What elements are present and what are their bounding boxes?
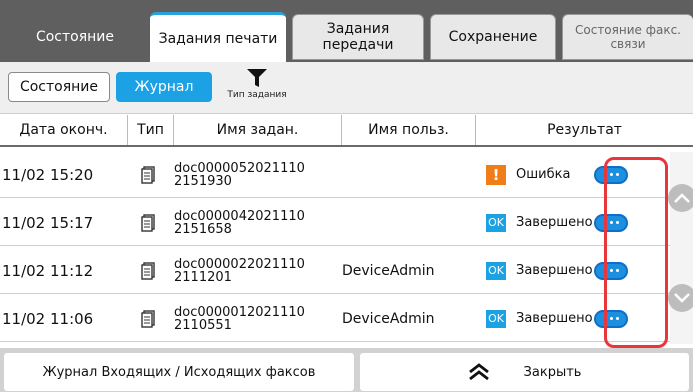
tab-transfer-jobs-line1: Задания (326, 21, 390, 37)
log-view-label: Журнал (134, 79, 194, 95)
row-job-name: doc0000012021110 2110551 (174, 296, 342, 341)
scroll-up-button[interactable] (668, 184, 693, 212)
close-button[interactable]: Закрыть (360, 353, 689, 391)
warning-icon: ! (486, 164, 506, 185)
row-result: Завершено (516, 215, 593, 230)
tab-transfer-jobs[interactable]: Задания передачи (292, 14, 424, 60)
status-view-button[interactable]: Состояние (8, 72, 110, 102)
row-date: 11/02 15:20 (2, 165, 94, 184)
filter-icon (247, 69, 267, 87)
close-label: Закрыть (523, 364, 582, 380)
row-user: DeviceAdmin (342, 262, 435, 279)
row-status: ! (476, 152, 516, 197)
document-icon (122, 248, 174, 293)
tab-print-jobs-label: Задания печати (158, 30, 278, 47)
tab-transfer-jobs-line2: передачи (322, 37, 394, 53)
document-icon (122, 296, 174, 341)
chevron-down-icon (674, 293, 690, 303)
row-job-name-line2: 2151930 (174, 173, 232, 189)
row-job-name-line2: 2151658 (174, 221, 232, 237)
row-job-name-line1: doc0000042021110 (174, 208, 305, 224)
scroll-down-button[interactable] (668, 284, 693, 312)
fax-log-label: Журнал Входящих / Исходящих факсов (42, 364, 316, 380)
table-row[interactable]: 11/02 11:12 doc0000022021110 2111201 Dev… (0, 248, 670, 294)
header-result[interactable]: Результат (476, 115, 693, 145)
row-job-name-line1: doc0000052021110 (174, 160, 305, 176)
highlight-annotation (604, 157, 668, 348)
chevron-up-icon (674, 193, 690, 203)
row-status: OK (476, 200, 516, 245)
row-job-name: doc0000042021110 2151658 (174, 200, 342, 245)
job-log-list: 11/02 15:20 doc0000052021110 2151930 ! О… (0, 152, 670, 344)
document-icon (122, 200, 174, 245)
row-result: Завершено (516, 311, 593, 326)
row-result: Ошибка (516, 167, 571, 182)
row-user (342, 152, 476, 197)
status-view-label: Состояние (19, 79, 99, 95)
row-job-name-line1: doc0000012021110 (174, 304, 305, 320)
row-status: OK (476, 248, 516, 293)
job-type-filter-label: Тип задания (227, 90, 287, 100)
tab-fax-status-line2: связи (610, 37, 646, 51)
table-row[interactable]: 11/02 11:06 doc0000012021110 2110551 Dev… (0, 296, 670, 342)
table-row[interactable]: 11/02 15:20 doc0000052021110 2151930 ! О… (0, 152, 670, 198)
tab-status[interactable]: Состояние (6, 14, 144, 60)
row-user (342, 200, 476, 245)
ok-icon: OK (486, 309, 506, 328)
row-status: OK (476, 296, 516, 341)
tab-status-label: Состояние (35, 29, 115, 45)
table-row[interactable]: 11/02 15:17 doc0000042021110 2151658 OK … (0, 200, 670, 246)
header-job-name[interactable]: Имя задан. (174, 115, 342, 145)
tab-print-jobs[interactable]: Задания печати (150, 12, 286, 62)
tab-fax-status[interactable]: Состояние факс. связи (562, 14, 693, 60)
tab-storage-label: Сохранение (448, 29, 538, 45)
row-job-name: doc0000052021110 2151930 (174, 152, 342, 197)
fax-log-button[interactable]: Журнал Входящих / Исходящих факсов (4, 353, 354, 391)
row-job-name: doc0000022021110 2111201 (174, 248, 342, 293)
tab-fax-status-line1: Состояние факс. (575, 23, 681, 37)
bottom-bar: Журнал Входящих / Исходящих факсов Закры… (0, 348, 693, 392)
double-chevron-up-icon (468, 363, 489, 381)
tab-bar: Состояние Задания печати Задания передач… (0, 0, 693, 62)
header-user-name[interactable]: Имя польз. (342, 115, 476, 145)
job-type-filter-button[interactable]: Тип задания (222, 68, 292, 110)
row-user: DeviceAdmin (342, 310, 435, 327)
tab-storage[interactable]: Сохранение (430, 14, 556, 60)
ok-icon: OK (486, 261, 506, 280)
header-end-date[interactable]: Дата оконч. (0, 115, 128, 145)
scrollbar[interactable] (668, 152, 693, 344)
row-date: 11/02 11:06 (2, 309, 94, 328)
ok-icon: OK (486, 213, 506, 232)
row-date: 11/02 15:17 (2, 213, 94, 232)
log-view-button[interactable]: Журнал (116, 72, 212, 102)
row-job-name-line2: 2110551 (174, 317, 232, 333)
row-date: 11/02 11:12 (2, 261, 94, 280)
row-result: Завершено (516, 263, 593, 278)
document-icon (122, 152, 174, 197)
row-job-name-line2: 2111201 (174, 269, 232, 285)
header-type[interactable]: Тип (128, 115, 174, 145)
row-job-name-line1: doc0000022021110 (174, 256, 305, 272)
table-header: Дата оконч. Тип Имя задан. Имя польз. Ре… (0, 115, 693, 147)
